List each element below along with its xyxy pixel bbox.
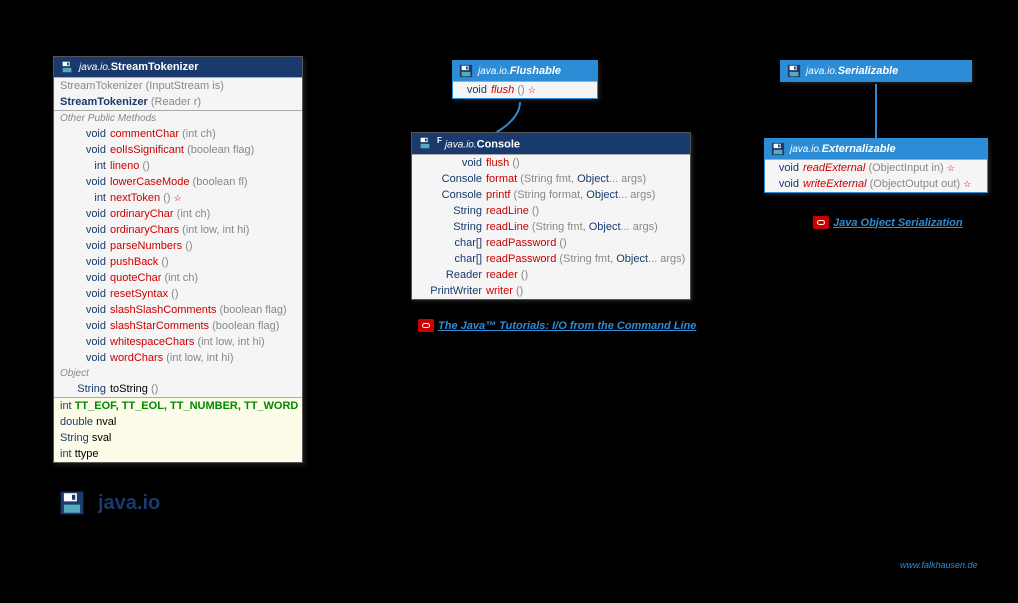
ctor-deprecated: StreamTokenizer <box>60 80 143 92</box>
disk-icon <box>60 60 74 74</box>
streamtokenizer-card: java.io.StreamTokenizer StreamTokenizer … <box>53 56 303 463</box>
method-row: voidwhitespaceChars (int low, int hi) <box>54 334 302 350</box>
tutorial-link[interactable]: The Java™ Tutorials: I/O from the Comman… <box>438 320 696 332</box>
method-row: voidlowerCaseMode (boolean fl) <box>54 174 302 190</box>
method-row: voideolIsSignificant (boolean flag) <box>54 142 302 158</box>
method-row: StringreadLine (String fmt, Object... ar… <box>412 219 690 235</box>
method-row: StringreadLine () <box>412 203 690 219</box>
method-row: voidcommentChar (int ch) <box>54 126 302 142</box>
method-row: voidquoteChar (int ch) <box>54 270 302 286</box>
console-card: F java.io.Console voidflush ()Consolefor… <box>411 132 691 300</box>
interface-title: Serializable <box>838 65 899 77</box>
field-row: int ttype <box>54 446 302 462</box>
method-row: char[]readPassword () <box>412 235 690 251</box>
field-row: double nval <box>54 414 302 430</box>
final-marker: F <box>437 136 442 145</box>
pkg-label: java.io. <box>79 62 111 73</box>
section-label: Other Public Methods <box>54 111 302 126</box>
disk-icon <box>418 136 432 150</box>
method-row: Consoleformat (String fmt, Object... arg… <box>412 171 690 187</box>
method-row: voidreadExternal (ObjectInput in) ☆ <box>765 160 987 176</box>
method-row: voidslashStarComments (boolean flag) <box>54 318 302 334</box>
console-header: F java.io.Console <box>412 133 690 154</box>
method-row: voidordinaryChar (int ch) <box>54 206 302 222</box>
streamtokenizer-header: java.io.StreamTokenizer <box>54 57 302 77</box>
oracle-icon <box>418 319 434 332</box>
interface-title: Externalizable <box>822 143 896 155</box>
serialization-link[interactable]: Java Object Serialization <box>833 217 963 229</box>
externalizable-header: java.io.Externalizable <box>765 139 987 159</box>
tutorial-link-row: The Java™ Tutorials: I/O from the Comman… <box>418 319 696 332</box>
fields-section: int TT_EOF, TT_EOL, TT_NUMBER, TT_WORDdo… <box>54 397 302 462</box>
field-row: int TT_EOF, TT_EOL, TT_NUMBER, TT_WORD <box>54 398 302 414</box>
method-row: voidslashSlashComments (boolean flag) <box>54 302 302 318</box>
pkg-label: java.io. <box>445 140 477 151</box>
method: flush <box>491 84 514 96</box>
method-row: intlineno () <box>54 158 302 174</box>
pkg-label: java.io. <box>790 144 822 155</box>
method-row: voidwriteExternal (ObjectOutput out) ☆ <box>765 176 987 192</box>
method-row: char[]readPassword (String fmt, Object..… <box>412 251 690 267</box>
disk-icon <box>787 64 801 78</box>
method-row: voidflush () <box>412 155 690 171</box>
class-title: StreamTokenizer <box>111 61 199 73</box>
method-row: Consoleprintf (String format, Object... … <box>412 187 690 203</box>
externalizable-card: java.io.Externalizable voidreadExternal … <box>764 138 988 193</box>
oracle-icon <box>813 216 829 229</box>
flushable-card: java.io.Flushable voidflush () ☆ <box>452 60 598 99</box>
pkg-label: java.io. <box>806 66 838 77</box>
method-row: voidresetSyntax () <box>54 286 302 302</box>
method-row: Readerreader () <box>412 267 690 283</box>
interface-title: Flushable <box>510 65 561 77</box>
disk-icon <box>771 142 785 156</box>
method-row: voidpushBack () <box>54 254 302 270</box>
method-row: voidwordChars (int low, int hi) <box>54 350 302 366</box>
package-name: java.io <box>98 492 160 515</box>
method-row: PrintWriterwriter () <box>412 283 690 299</box>
flushable-header: java.io.Flushable <box>453 61 597 81</box>
tostring: toString <box>110 383 148 395</box>
credit-link[interactable]: www.falkhausen.de <box>900 560 978 570</box>
method-row: voidparseNumbers () <box>54 238 302 254</box>
class-title: Console <box>477 139 520 151</box>
object-label: Object <box>54 366 302 381</box>
disk-icon <box>59 490 85 516</box>
package-logo: java.io <box>59 490 160 516</box>
method-row: voidordinaryChars (int low, int hi) <box>54 222 302 238</box>
pkg-label: java.io. <box>478 66 510 77</box>
ctor: StreamTokenizer <box>60 96 148 108</box>
method-row: intnextToken () ☆ <box>54 190 302 206</box>
serialization-link-row: Java Object Serialization <box>813 216 963 229</box>
serializable-card: java.io.Serializable <box>780 60 972 82</box>
disk-icon <box>459 64 473 78</box>
serializable-header: java.io.Serializable <box>781 61 971 81</box>
field-row: String sval <box>54 430 302 446</box>
